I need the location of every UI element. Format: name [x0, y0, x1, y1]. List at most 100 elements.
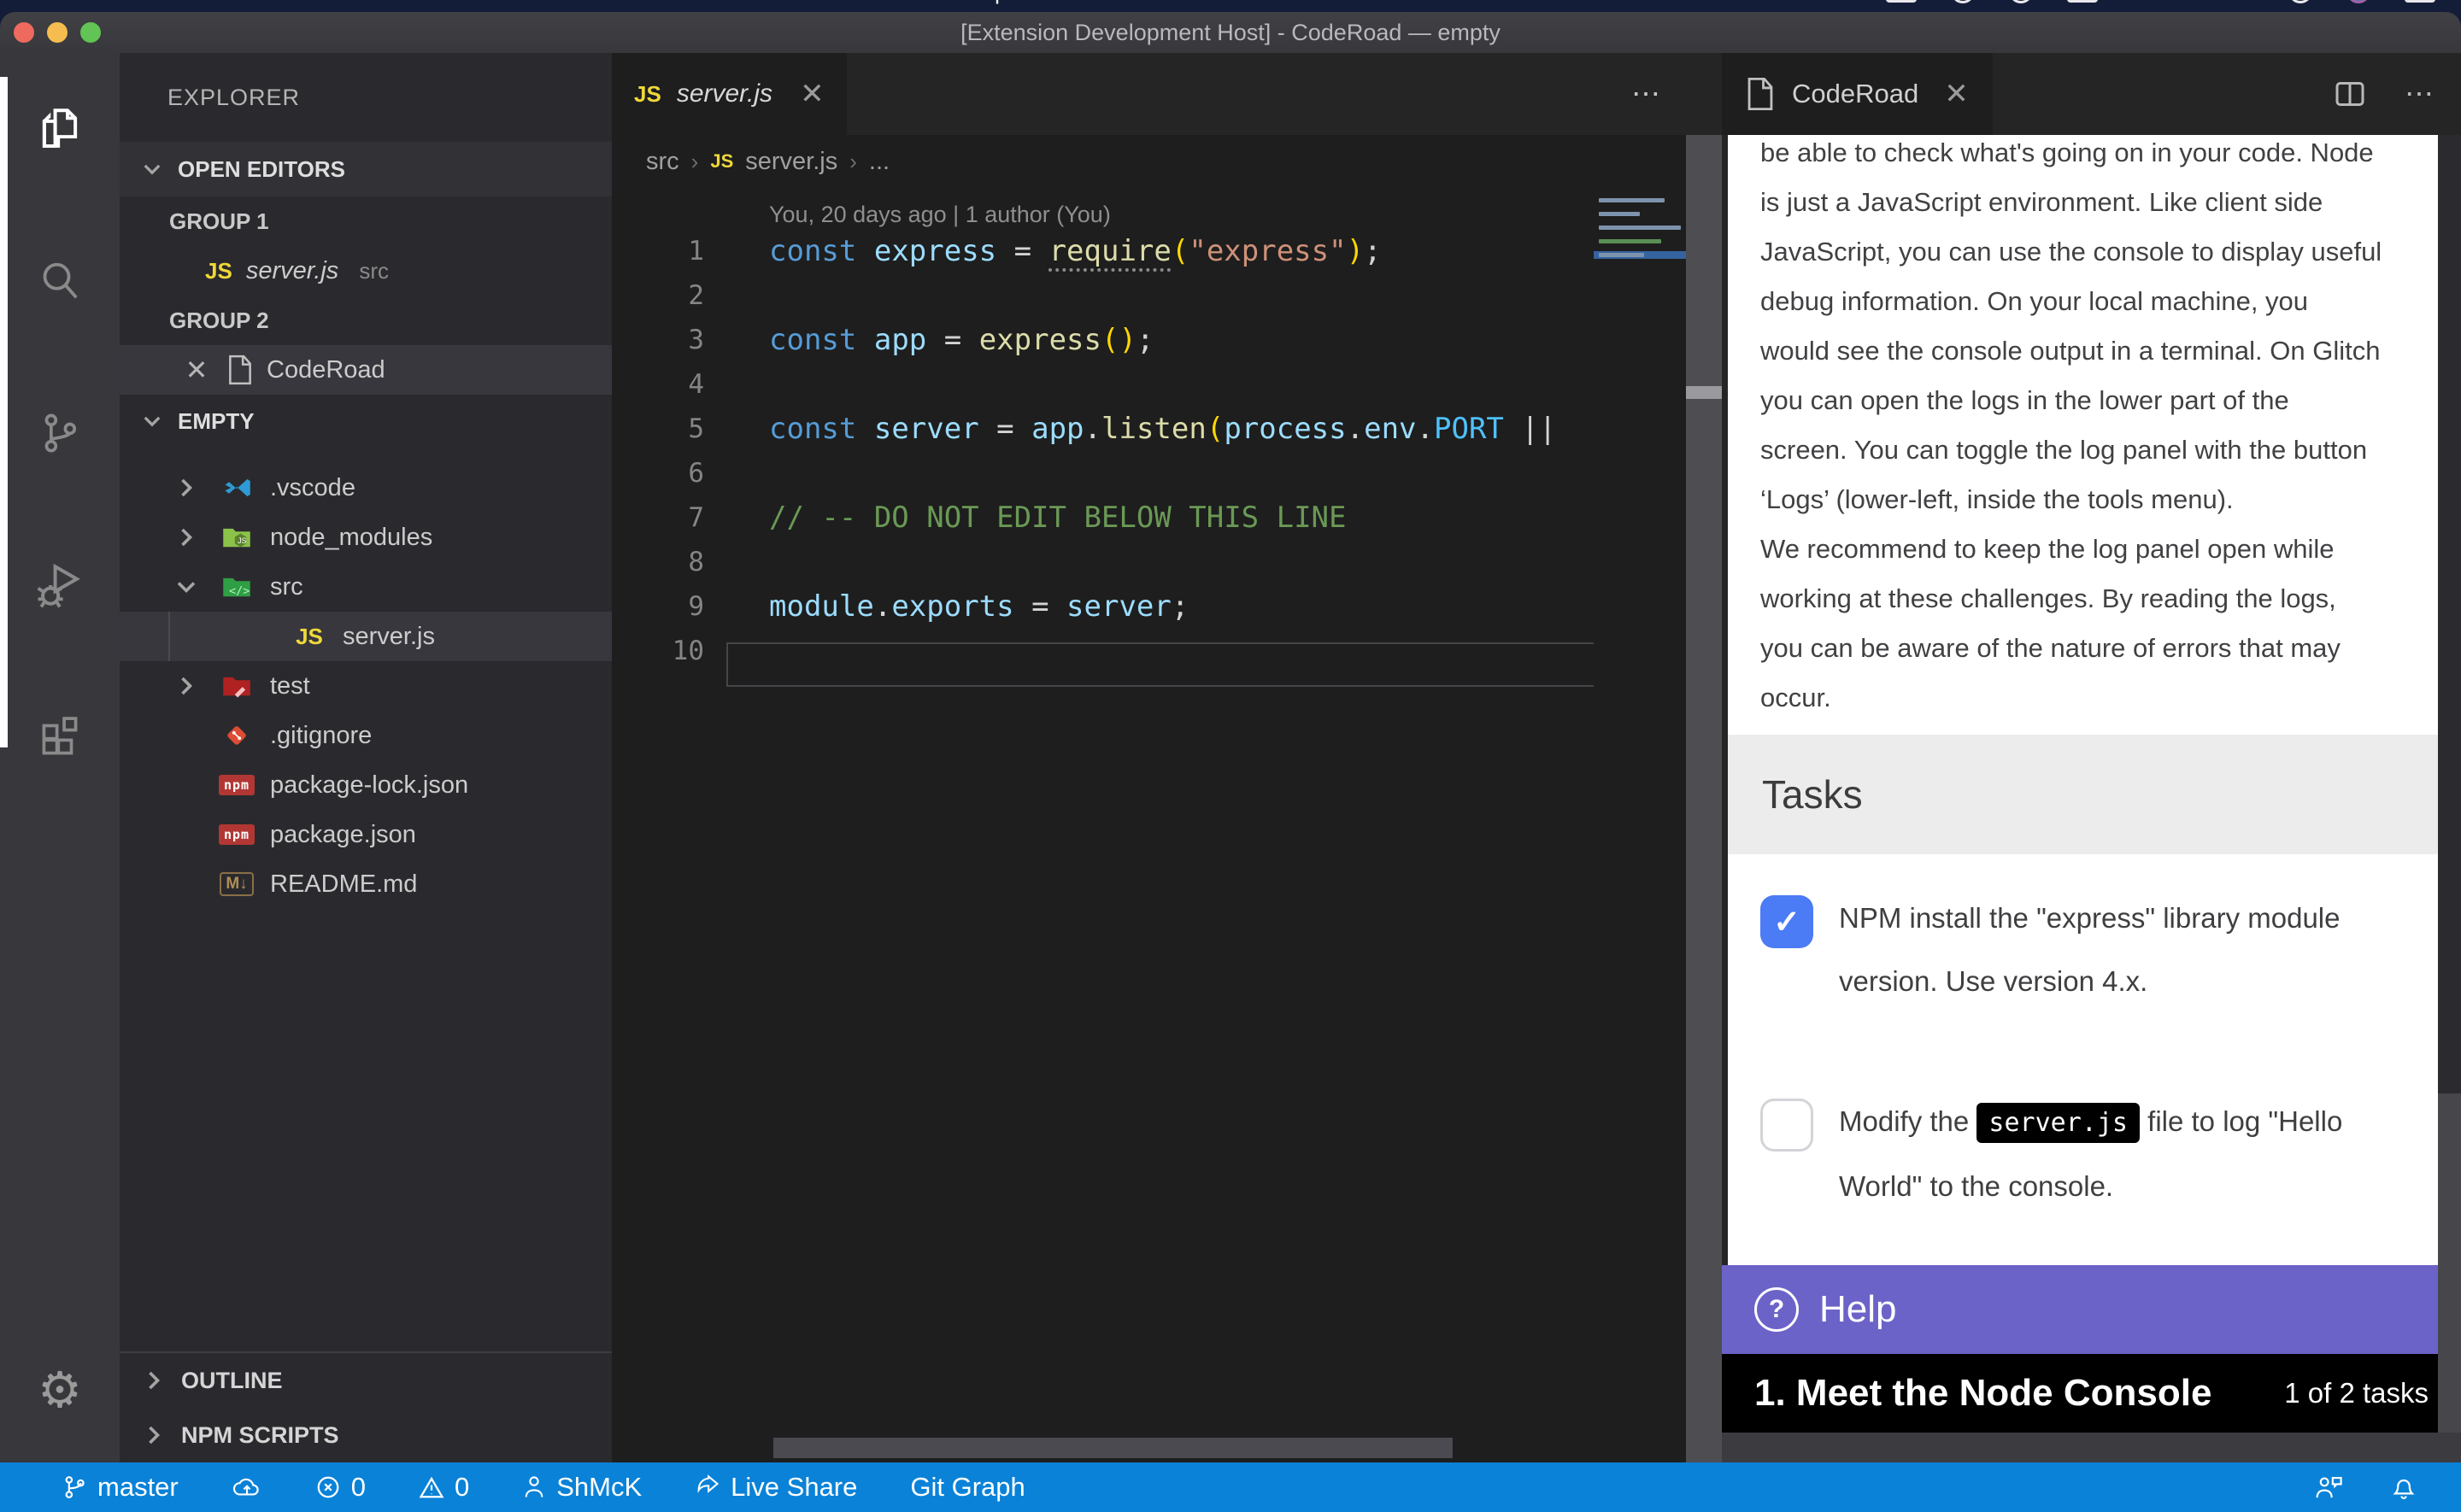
code-line: 2: [612, 273, 1686, 318]
open-editors-header[interactable]: OPEN EDITORS: [120, 142, 612, 196]
warning-icon: [419, 1474, 444, 1500]
status-master[interactable]: master: [62, 1472, 179, 1503]
tab-server-js[interactable]: JS server.js ✕: [612, 53, 847, 135]
tree-item-src[interactable]: </>src: [120, 562, 612, 612]
control-center-icon[interactable]: [2346, 0, 2370, 3]
status-feedback-icon[interactable]: [2314, 1474, 2343, 1500]
open-editor-item-server.js[interactable]: JSserver.jssrc: [120, 246, 612, 296]
minimap[interactable]: [1594, 188, 1686, 1462]
search-icon[interactable]: [2288, 0, 2312, 3]
chevron-right-icon: [137, 1425, 171, 1445]
menubar-status-icon[interactable]: [1951, 0, 1975, 3]
tree-item-package.json[interactable]: npmpackage.json: [120, 810, 612, 859]
checkbox-unchecked[interactable]: [1760, 1099, 1813, 1152]
tree-item-readme.md[interactable]: M↓README.md: [120, 859, 612, 909]
breadcrumb-symbol[interactable]: ...: [869, 148, 890, 176]
lesson-paragraph: be able to check what's going on in your…: [1760, 135, 2417, 525]
tab-coderoad[interactable]: CodeRoad ✕: [1722, 53, 1993, 135]
editor-actions-more-icon[interactable]: ⋯: [1631, 77, 1686, 111]
panel-footer-strip: [1722, 1433, 2461, 1462]
file-name: test: [270, 672, 310, 700]
gitlens-annotation[interactable]: You, 20 days ago | 1 author (You): [612, 188, 1686, 229]
explorer-icon[interactable]: [0, 53, 120, 205]
panel-scrollbar[interactable]: [2438, 135, 2461, 1433]
section-label: OUTLINE: [181, 1368, 283, 1394]
tasks-header: Tasks: [1728, 735, 2438, 854]
tree-item-node_modules[interactable]: JSnode_modules: [120, 513, 612, 562]
scrollbar-thumb[interactable]: [2438, 135, 2461, 1093]
tree-item-test[interactable]: test: [120, 661, 612, 711]
code-editor[interactable]: You, 20 days ago | 1 author (You) 1const…: [612, 188, 1686, 1462]
code-text: const server = app.listen(process.env.PO…: [704, 412, 1556, 446]
source-control-icon[interactable]: [0, 357, 120, 509]
menubar-status-icon[interactable]: [1886, 0, 1917, 3]
menu-item-file[interactable]: File: [182, 0, 220, 5]
horizontal-scrollbar[interactable]: [773, 1438, 1453, 1458]
code-line: 6: [612, 451, 1686, 495]
status-live-share[interactable]: Live Share: [695, 1472, 857, 1503]
menu-item-window[interactable]: Window: [838, 0, 920, 5]
coderoad-tab-bar[interactable]: CodeRoad ✕ ⋯: [1722, 53, 2461, 135]
status-shmck[interactable]: ShMcK: [522, 1472, 642, 1503]
status-bar: master 0 0 ShMcK Live Share Git Graph: [0, 1462, 2461, 1512]
breadcrumb-src[interactable]: src: [646, 148, 679, 176]
checkbox-checked[interactable]: ✓: [1760, 895, 1813, 948]
error-icon: [315, 1474, 341, 1500]
window-titlebar[interactable]: [Extension Development Host] - CodeRoad …: [0, 12, 2461, 53]
file-detail: src: [359, 258, 389, 284]
menu-item-edit[interactable]: Edit: [258, 0, 298, 5]
menu-items: Code File Edit Selection View Go Run Terminal Wi…: [87, 0, 1007, 5]
file-name: src: [270, 573, 303, 601]
menu-item-go[interactable]: Go: [561, 0, 591, 5]
extensions-icon[interactable]: [0, 661, 120, 813]
section-outline[interactable]: OUTLINE: [120, 1353, 612, 1408]
tree-item-.vscode[interactable]: .vscode: [120, 463, 612, 513]
lesson-bar[interactable]: 1. Meet the Node Console 1 of 2 tasks: [1722, 1354, 2461, 1433]
status-git-graph[interactable]: Git Graph: [910, 1472, 1025, 1503]
svg-text:JS: JS: [238, 536, 247, 545]
menubar-clock[interactable]: Sat 6:45 PM: [2132, 0, 2254, 5]
search-icon[interactable]: [0, 205, 120, 357]
menu-item-selection[interactable]: Selection: [338, 0, 432, 5]
close-tab-icon[interactable]: ✕: [1944, 77, 1969, 111]
run-debug-icon[interactable]: [0, 509, 120, 661]
menubar-status-icon[interactable]: [2009, 0, 2033, 3]
help-accordion[interactable]: ? Help: [1722, 1265, 2461, 1354]
breadcrumb[interactable]: src › JS server.js › ...: [612, 135, 1686, 188]
menu-item-terminal[interactable]: Terminal: [712, 0, 799, 5]
status-0[interactable]: 0: [419, 1472, 469, 1503]
menu-item-run[interactable]: Run: [631, 0, 673, 5]
code-line: 4: [612, 362, 1686, 407]
menubar-status-icon[interactable]: [2067, 0, 2098, 3]
status-bell-icon[interactable]: [2391, 1474, 2417, 1501]
open-editor-item-coderoad[interactable]: ✕CodeRoad: [120, 345, 612, 395]
coderoad-panel: CodeRoad ✕ ⋯ be able to check what's goi…: [1722, 53, 2461, 1462]
close-tab-icon[interactable]: ✕: [800, 77, 825, 111]
breadcrumb-file[interactable]: server.js: [745, 148, 837, 176]
tree-item-server.js[interactable]: JSserver.js: [120, 612, 612, 661]
editor-tab-bar[interactable]: JS server.js ✕ ⋯: [612, 53, 1686, 135]
chevron-right-icon: [169, 478, 203, 498]
tree-item-package-lock.json[interactable]: npmpackage-lock.json: [120, 760, 612, 810]
window-title: [Extension Development Host] - CodeRoad …: [0, 20, 2461, 46]
status-cloud-upload[interactable]: [232, 1474, 262, 1500]
line-number: 3: [612, 325, 704, 355]
file-icon-npm: npm: [217, 775, 256, 795]
menu-item-view[interactable]: View: [472, 0, 521, 5]
editor-panel-sash[interactable]: [1686, 53, 1722, 1462]
split-editor-icon[interactable]: [2333, 77, 2367, 111]
folder-section-header[interactable]: EMPTY: [120, 395, 612, 448]
file-icon-vscode: [217, 472, 256, 503]
more-actions-icon[interactable]: ⋯: [2405, 77, 2437, 111]
close-icon[interactable]: ✕: [179, 354, 214, 386]
menu-item-code[interactable]: Code: [87, 0, 143, 5]
lesson-progress: 1 of 2 tasks: [2284, 1377, 2429, 1409]
settings-gear-icon[interactable]: ⚙: [38, 1317, 82, 1462]
tree-item-.gitignore[interactable]: .gitignore: [120, 711, 612, 760]
sash-handle[interactable]: [1686, 386, 1722, 399]
menu-item-help[interactable]: Help: [960, 0, 1007, 5]
section-npm-scripts[interactable]: NPM SCRIPTS: [120, 1408, 612, 1462]
status-0[interactable]: 0: [315, 1472, 366, 1503]
notification-center-icon[interactable]: [2405, 0, 2435, 3]
apple-menu-icon[interactable]: ●: [32, 0, 48, 6]
